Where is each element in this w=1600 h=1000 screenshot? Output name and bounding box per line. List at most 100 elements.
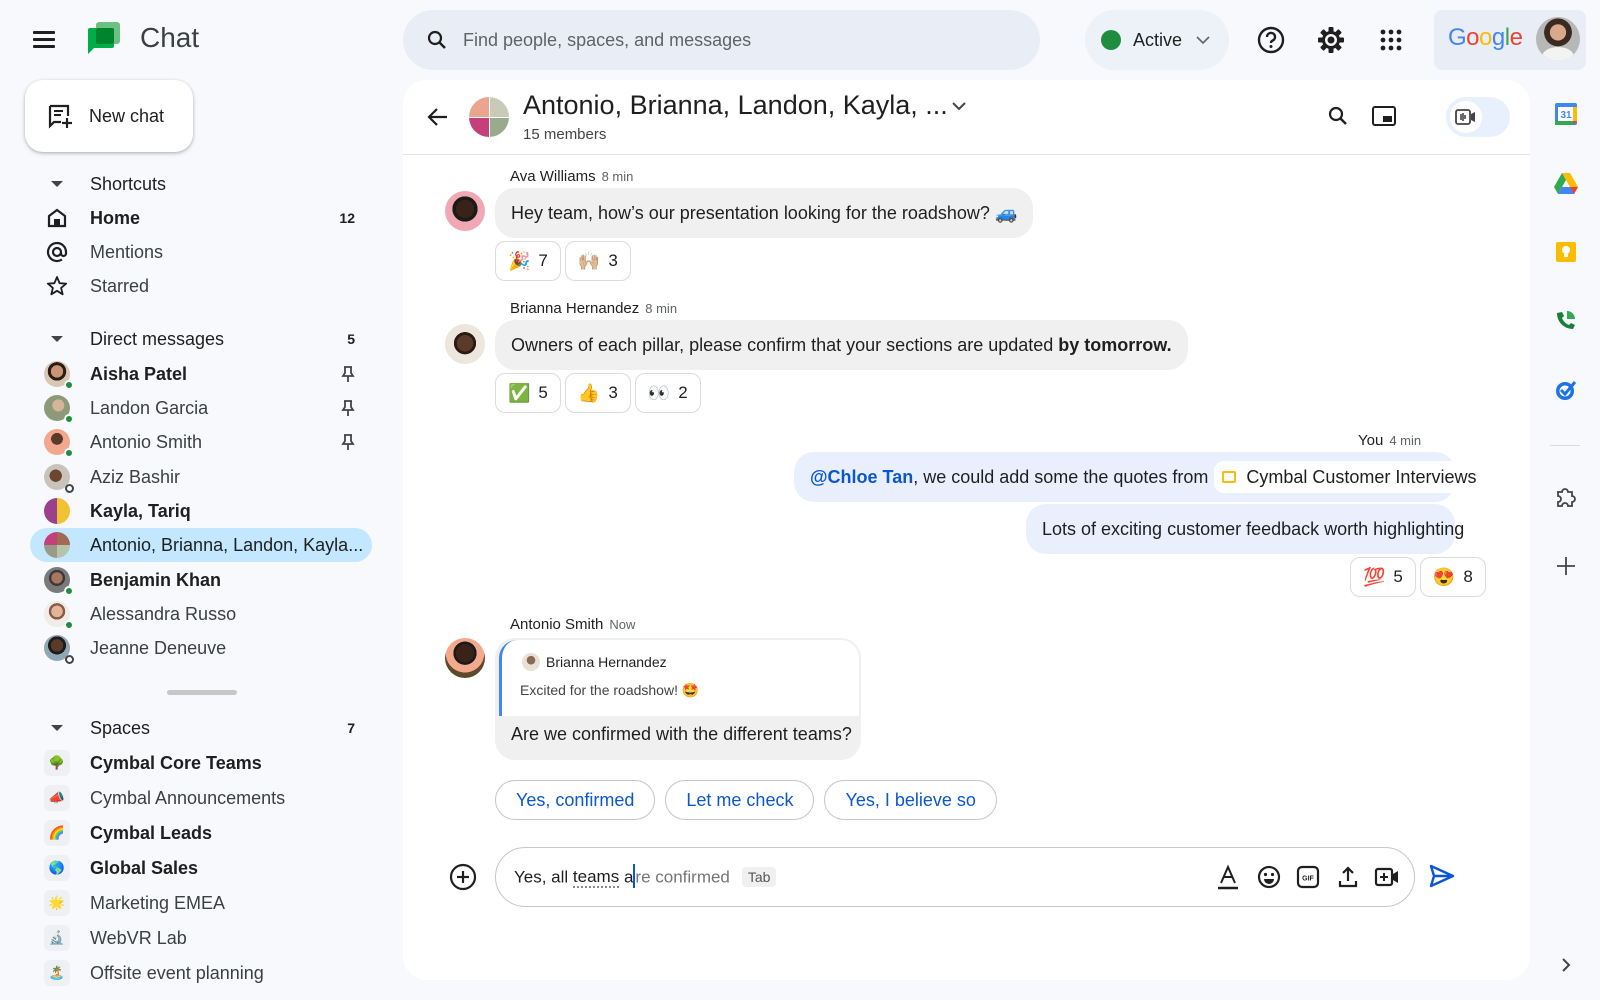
upload-icon[interactable]	[1336, 864, 1360, 890]
emoji-icon[interactable]	[1256, 864, 1282, 890]
message-composer[interactable]: Yes, all teams a re confirmed Tab GIF	[495, 847, 1415, 907]
avatar-brianna-hernandez[interactable]	[445, 324, 485, 364]
chat-logo-icon	[88, 22, 120, 54]
reaction-chip[interactable]: 🎉 7	[495, 241, 561, 281]
dm-name: Jeanne Deneuve	[90, 637, 227, 658]
avatar-antonio-smith[interactable]	[445, 638, 485, 678]
main-menu-icon[interactable]	[30, 27, 58, 51]
reaction-chip[interactable]: ✅ 5	[495, 373, 561, 413]
avatar	[44, 429, 74, 458]
message-time: 4 min	[1389, 433, 1422, 448]
unread-count: 5	[347, 331, 355, 347]
sidebar-item-home[interactable]: Home 12	[30, 201, 380, 235]
smart-reply-button[interactable]: Yes, confirmed	[495, 780, 656, 820]
search-in-conversation-icon[interactable]	[1326, 104, 1350, 128]
dm-name: Alessandra Russo	[90, 603, 237, 624]
avatar-ava-williams[interactable]	[445, 191, 485, 231]
space-item-cymbal-announcements[interactable]: 📣 Cymbal Announcements	[30, 781, 380, 815]
dm-item-benjamin-khan[interactable]: Benjamin Khan	[30, 563, 380, 597]
reaction-chip[interactable]: 😍 8	[1419, 557, 1486, 597]
start-meeting-toggle[interactable]	[1446, 97, 1510, 137]
dm-item-alessandra-russo[interactable]: Alessandra Russo	[30, 597, 380, 631]
smart-reply-button[interactable]: Yes, I believe so	[824, 780, 997, 820]
search-bar[interactable]	[403, 10, 1040, 70]
drive-app-icon[interactable]	[1553, 171, 1579, 197]
rainbow-emoji-icon: 🌈	[44, 820, 70, 846]
tasks-app-icon[interactable]	[1553, 377, 1579, 403]
pin-icon[interactable]	[340, 433, 356, 451]
keep-app-icon[interactable]	[1553, 239, 1579, 265]
dm-item-aisha-patel[interactable]: Aisha Patel	[30, 357, 380, 391]
account-switcher[interactable]: Google	[1434, 10, 1586, 70]
add-video-meeting-icon[interactable]	[1374, 864, 1400, 890]
message-bubble: Hey team, how’s our presentation looking…	[495, 188, 1034, 238]
conversation-title[interactable]: Antonio, Brianna, Landon, Kayla, ...	[523, 90, 948, 121]
message-text: Owners of each pillar, please confirm th…	[511, 334, 1059, 355]
picture-in-picture-icon[interactable]	[1371, 104, 1397, 128]
direct-messages-section-toggle[interactable]: Direct messages 5	[30, 322, 370, 356]
reactions: 🎉 7 🙌🏼 3	[495, 241, 631, 281]
space-item-webvr-lab[interactable]: 🔬 WebVR Lab	[30, 921, 380, 955]
sidebar-resize-handle[interactable]	[167, 690, 237, 695]
search-icon	[427, 30, 446, 49]
dm-item-aziz-bashir[interactable]: Aziz Bashir	[30, 460, 380, 494]
status-dot	[1101, 30, 1121, 50]
apps-grid-icon[interactable]	[1373, 22, 1409, 58]
shortcuts-section-toggle[interactable]: Shortcuts	[30, 167, 370, 201]
dm-item-jeanne-deneuve[interactable]: Jeanne Deneuve	[30, 631, 380, 665]
avatar	[44, 567, 74, 596]
sidebar-item-label: Starred	[90, 275, 150, 296]
sidebar-item-mentions[interactable]: Mentions	[30, 235, 380, 269]
add-ons-puzzle-icon[interactable]	[1553, 484, 1579, 510]
user-avatar[interactable]	[1536, 17, 1580, 61]
send-icon[interactable]	[1428, 862, 1456, 890]
message-text-bold: by tomorrow.	[1058, 334, 1172, 355]
voice-app-icon[interactable]	[1553, 307, 1579, 333]
calendar-app-icon[interactable]: 31	[1553, 101, 1579, 127]
dm-item-antonio-smith[interactable]: Antonio Smith	[30, 425, 380, 459]
reaction-chip[interactable]: 👍 3	[564, 373, 631, 413]
eyes-emoji-icon: 👀	[647, 382, 671, 403]
reaction-chip[interactable]: 🙌🏼 3	[564, 241, 631, 281]
chevron-down-icon[interactable]	[951, 100, 967, 112]
sidebar-item-starred[interactable]: Starred	[30, 269, 380, 303]
raising-hands-emoji-icon: 🙌🏼	[577, 250, 601, 271]
search-input[interactable]	[463, 10, 1023, 70]
space-item-cymbal-core-teams[interactable]: 🌳 Cymbal Core Teams	[30, 746, 380, 780]
status-dropdown[interactable]: Active	[1085, 10, 1229, 70]
settings-gear-icon[interactable]	[1313, 22, 1349, 58]
get-add-ons-plus-icon[interactable]	[1553, 553, 1579, 579]
message-input[interactable]: Yes, all teams a re confirmed Tab	[514, 864, 777, 890]
spaces-heading: Spaces	[90, 717, 151, 738]
new-chat-button[interactable]: New chat	[25, 80, 193, 152]
space-item-offsite-event-planning[interactable]: 🏝️ Offsite event planning	[30, 956, 380, 990]
quoted-message[interactable]: Brianna Hernandez Excited for the roadsh…	[499, 640, 859, 716]
user-mention[interactable]: @Chloe Tan	[810, 467, 913, 488]
expand-side-panel-chevron-icon[interactable]	[1553, 952, 1579, 978]
back-arrow-icon[interactable]	[425, 104, 451, 130]
dm-item-kayla-tariq[interactable]: Kayla, Tariq	[30, 494, 380, 528]
sender-name: You	[1358, 432, 1384, 449]
dm-item-group-antonio-brianna[interactable]: Antonio, Brianna, Landon, Kayla...	[30, 528, 372, 562]
space-item-marketing-emea[interactable]: 🌟 Marketing EMEA	[30, 886, 380, 920]
presence-online-icon	[64, 448, 74, 458]
pin-icon[interactable]	[340, 365, 356, 383]
reaction-chip[interactable]: 👀 2	[634, 373, 701, 413]
spaces-section-toggle[interactable]: Spaces 7	[30, 711, 370, 745]
space-item-global-sales[interactable]: 🌎 Global Sales	[30, 851, 380, 885]
gif-icon[interactable]: GIF	[1296, 864, 1320, 890]
file-chip-slides[interactable]: Cymbal Customer Interviews	[1214, 461, 1485, 493]
dm-name: Aisha Patel	[90, 363, 188, 384]
sidebar-item-label: Home	[90, 207, 141, 228]
new-chat-icon	[48, 104, 72, 129]
dm-item-landon-garcia[interactable]: Landon Garcia	[30, 391, 380, 425]
reaction-chip[interactable]: 💯 5	[1350, 557, 1416, 597]
message-time: 8 min	[645, 301, 678, 316]
add-attachment-icon[interactable]	[448, 862, 478, 892]
help-icon[interactable]	[1253, 22, 1289, 58]
space-item-cymbal-leads[interactable]: 🌈 Cymbal Leads	[30, 816, 380, 850]
pin-icon[interactable]	[340, 399, 356, 417]
text-format-icon[interactable]	[1216, 864, 1240, 890]
dm-name: Landon Garcia	[90, 397, 209, 418]
smart-reply-button[interactable]: Let me check	[665, 780, 815, 820]
